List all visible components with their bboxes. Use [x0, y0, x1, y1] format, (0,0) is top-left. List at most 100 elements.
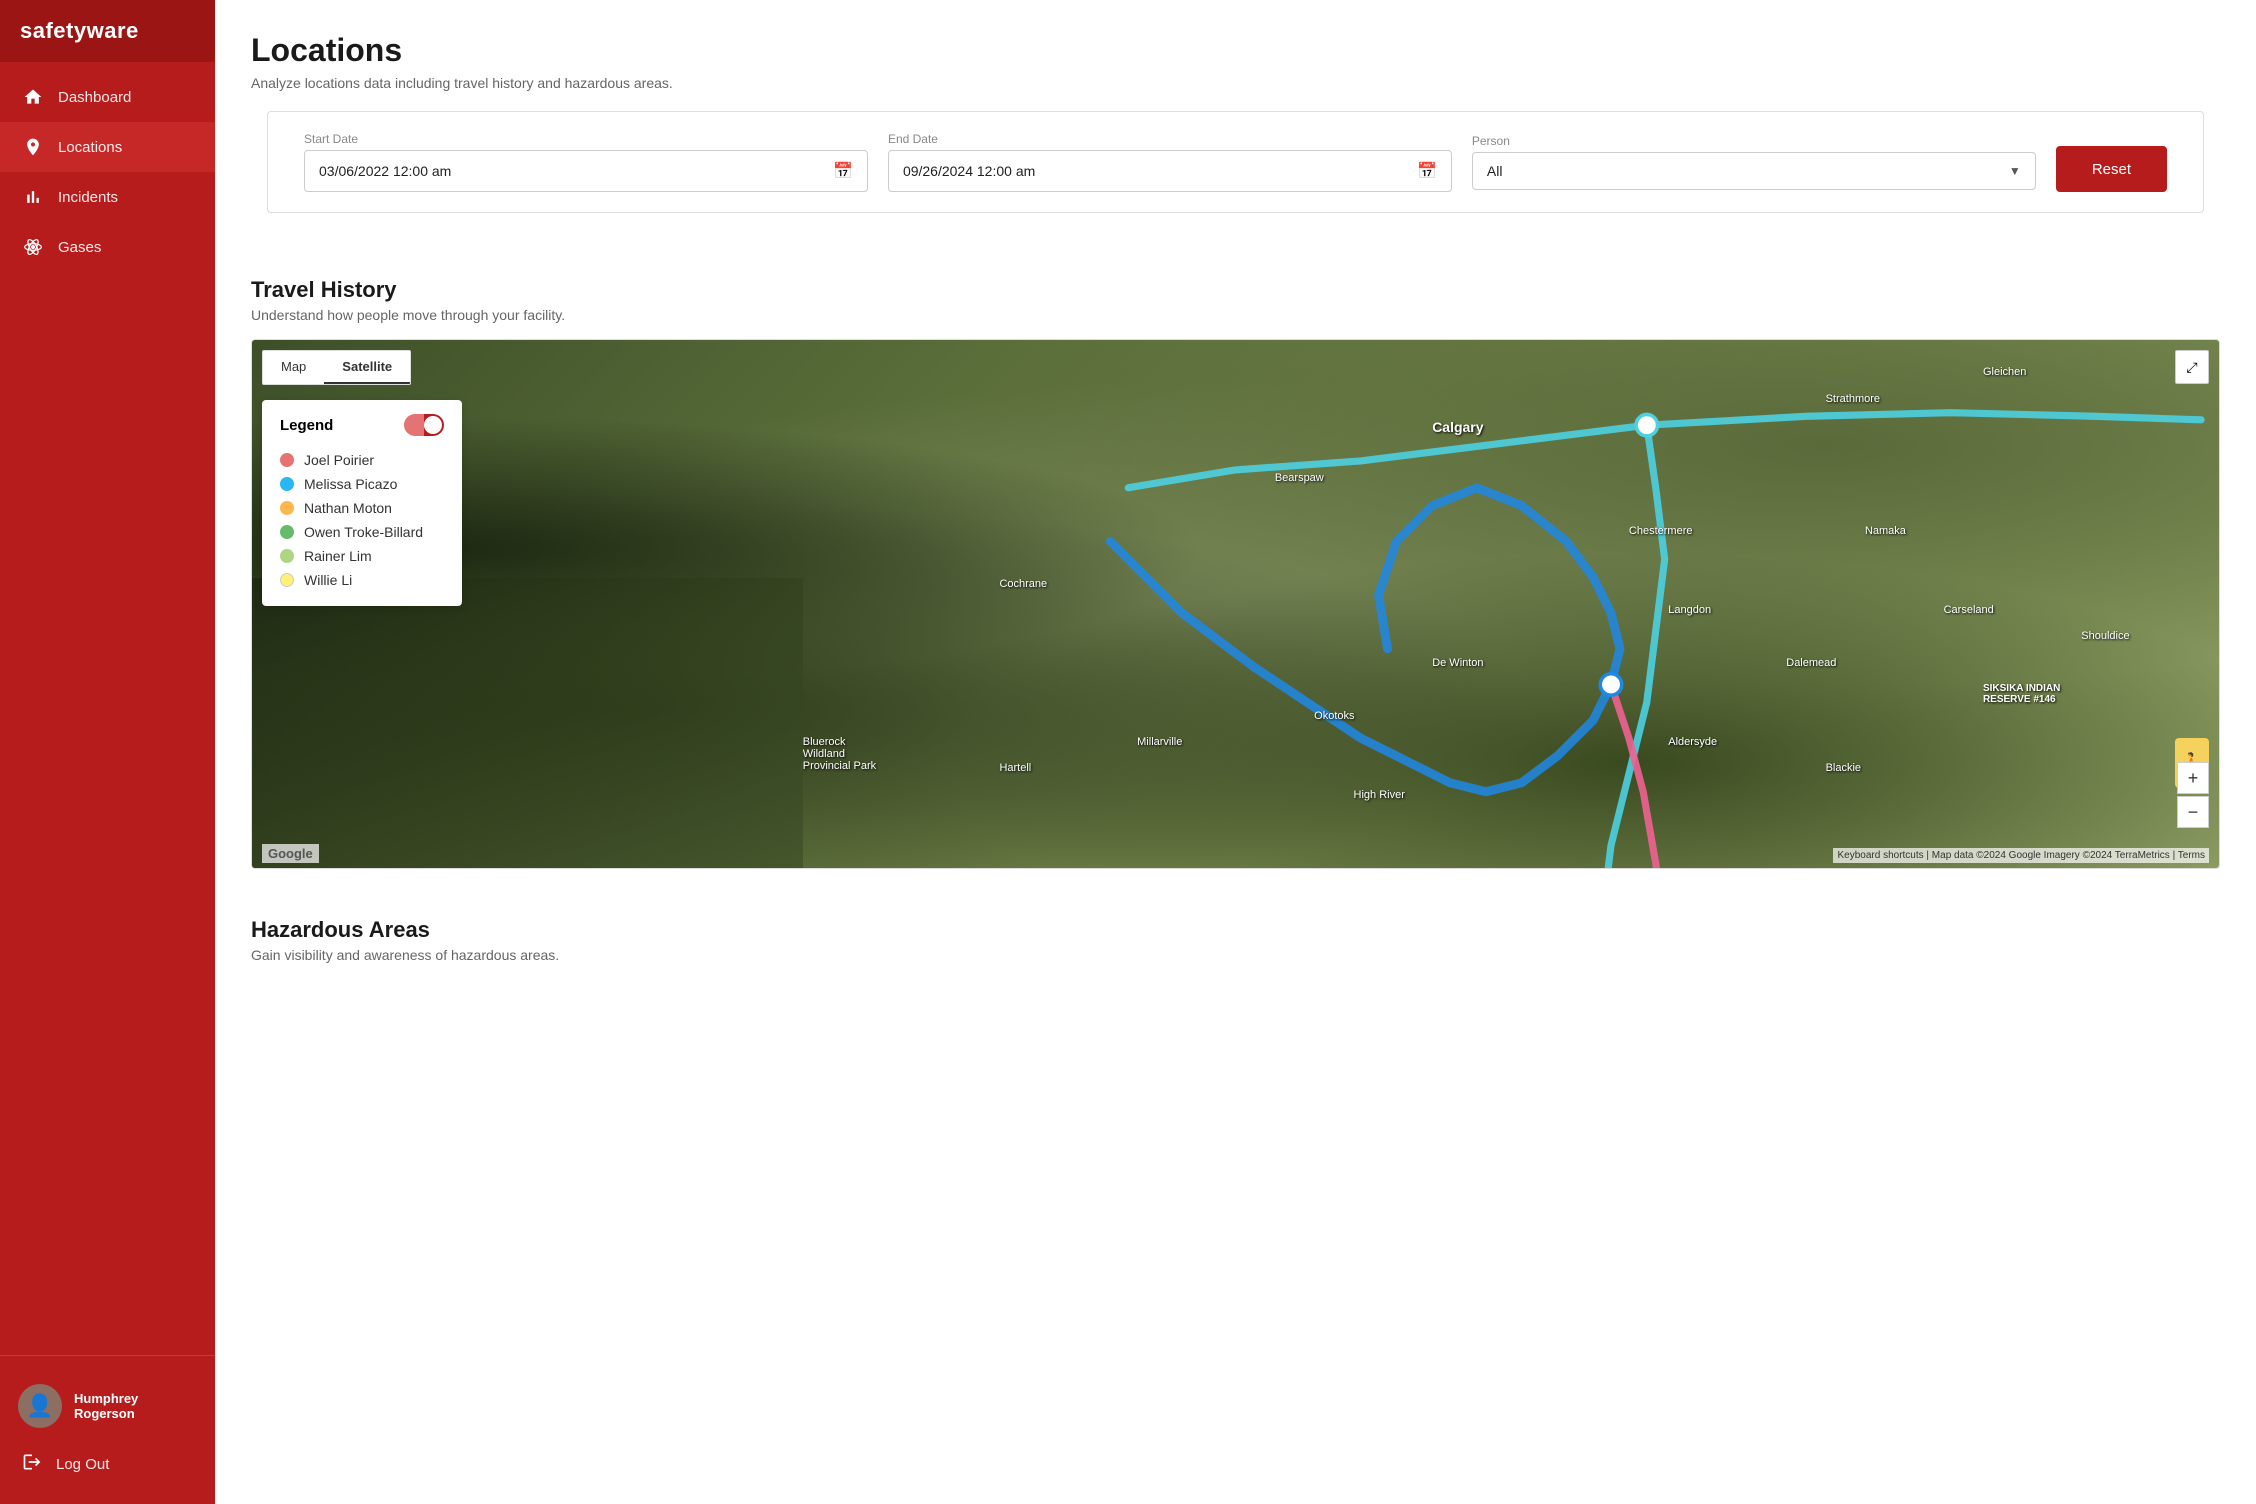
chart-icon [22, 186, 44, 208]
map-label-blackie: Blackie [1826, 762, 1861, 774]
legend-panel: Legend Joel Poirier Melissa Picazo Nath [262, 400, 462, 606]
filters-bar: Start Date 📅 End Date 📅 Person [267, 111, 2204, 213]
map-city-label: Calgary [1432, 419, 1483, 435]
map-zoom-controls: + − [2177, 762, 2209, 828]
map-label-siksika: SIKSIKA INDIANRESERVE #146 [1983, 683, 2060, 705]
start-date-input[interactable] [319, 163, 833, 179]
end-date-calendar-icon[interactable]: 📅 [1417, 161, 1437, 181]
person-dropdown-arrow-icon: ▼ [2009, 164, 2021, 178]
map-label-dewilton: De Winton [1432, 657, 1483, 669]
legend-title: Legend [280, 417, 333, 434]
sidebar-item-gases[interactable]: Gases [0, 222, 215, 272]
zoom-in-button[interactable]: + [2177, 762, 2209, 794]
map-label-bearspaw: Bearspaw [1275, 472, 1324, 484]
home-icon [22, 86, 44, 108]
legend-item-joel: Joel Poirier [280, 448, 444, 472]
travel-history-title: Travel History [251, 277, 2220, 303]
atom-icon [22, 236, 44, 258]
legend-dot-rainer [280, 549, 294, 563]
end-date-input-wrap[interactable]: 📅 [888, 150, 1452, 192]
map-tabs: Map Satellite [262, 350, 411, 385]
hazardous-areas-section: Hazardous Areas Gain visibility and awar… [215, 893, 2256, 991]
legend-dot-willie [280, 573, 294, 587]
sidebar-bottom: 👤 Humphrey Rogerson Log Out [0, 1355, 215, 1504]
map-label-gleichen: Gleichen [1983, 366, 2026, 378]
end-date-field: End Date 📅 [888, 132, 1452, 192]
legend-item-willie: Willie Li [280, 568, 444, 592]
user-name: Humphrey Rogerson [74, 1391, 197, 1421]
sidebar-item-label: Dashboard [58, 89, 131, 106]
sidebar-item-label: Gases [58, 239, 101, 256]
travel-history-subtitle: Understand how people move through your … [251, 307, 2220, 323]
map-label-highriver: High River [1354, 789, 1405, 801]
start-date-label: Start Date [304, 132, 868, 146]
reset-button[interactable]: Reset [2056, 146, 2167, 192]
logout-icon [22, 1452, 42, 1476]
legend-name-nathan: Nathan Moton [304, 500, 392, 516]
map-label-namaka: Namaka [1865, 525, 1906, 537]
sidebar: safetyware Dashboard Locations Incidents [0, 0, 215, 1504]
map-background: Calgary Cochrane Bearspaw Chestermere La… [252, 340, 2219, 868]
legend-item-rainer: Rainer Lim [280, 544, 444, 568]
location-icon [22, 136, 44, 158]
legend-name-joel: Joel Poirier [304, 452, 374, 468]
legend-name-owen: Owen Troke-Billard [304, 524, 423, 540]
legend-dot-melissa [280, 477, 294, 491]
sidebar-item-incidents[interactable]: Incidents [0, 172, 215, 222]
sidebar-item-label: Incidents [58, 189, 118, 206]
avatar: 👤 [18, 1384, 62, 1428]
map-label-millarville: Millarville [1137, 736, 1182, 748]
legend-dot-joel [280, 453, 294, 467]
legend-item-owen: Owen Troke-Billard [280, 520, 444, 544]
map-mountain-area [252, 578, 803, 868]
legend-name-rainer: Rainer Lim [304, 548, 372, 564]
person-label: Person [1472, 134, 2036, 148]
person-select-wrap[interactable]: All Joel Poirier Melissa Picazo Nathan M… [1472, 152, 2036, 190]
map-label-chestermere: Chestermere [1629, 525, 1693, 537]
end-date-label: End Date [888, 132, 1452, 146]
legend-toggle[interactable] [404, 414, 444, 436]
logout-button[interactable]: Log Out [0, 1440, 215, 1488]
logout-label: Log Out [56, 1456, 109, 1473]
person-select[interactable]: All Joel Poirier Melissa Picazo Nathan M… [1487, 163, 2009, 179]
start-date-input-wrap[interactable]: 📅 [304, 150, 868, 192]
travel-history-section: Travel History Understand how people mov… [215, 253, 2256, 893]
start-date-calendar-icon[interactable]: 📅 [833, 161, 853, 181]
app-logo: safetyware [0, 0, 215, 62]
hazardous-areas-title: Hazardous Areas [251, 917, 2220, 943]
map-label-strathmore: Strathmore [1826, 393, 1880, 405]
page-title: Locations [251, 32, 2220, 69]
main-content: Locations Analyze locations data includi… [215, 0, 2256, 1504]
hazardous-areas-subtitle: Gain visibility and awareness of hazardo… [251, 947, 2220, 963]
tab-map[interactable]: Map [263, 351, 324, 384]
person-field: Person All Joel Poirier Melissa Picazo N… [1472, 134, 2036, 190]
map-expand-button[interactable]: ⤢ [2175, 350, 2209, 384]
legend-name-willie: Willie Li [304, 572, 352, 588]
map-label-okotoks: Okotoks [1314, 710, 1354, 722]
map-container[interactable]: Map Satellite Legend Joel Poirier [251, 339, 2220, 869]
map-label-bluerock: BluerockWildlandProvincial Park [803, 736, 876, 772]
map-label-carseland: Carseland [1944, 604, 1994, 616]
start-date-field: Start Date 📅 [304, 132, 868, 192]
map-label-dalemead: Dalemead [1786, 657, 1836, 669]
legend-dot-owen [280, 525, 294, 539]
map-label-hartell: Hartell [999, 762, 1031, 774]
end-date-input[interactable] [903, 163, 1417, 179]
toggle-knob [424, 416, 442, 434]
sidebar-nav: Dashboard Locations Incidents Gases [0, 62, 215, 1355]
legend-name-melissa: Melissa Picazo [304, 476, 397, 492]
map-attribution: Keyboard shortcuts | Map data ©2024 Goog… [1833, 848, 2209, 863]
map-label-cochrane: Cochrane [999, 578, 1047, 590]
map-label-shouldice: Shouldice [2081, 630, 2129, 642]
page-header: Locations Analyze locations data includi… [215, 0, 2256, 111]
legend-header: Legend [280, 414, 444, 436]
user-profile: 👤 Humphrey Rogerson [0, 1372, 215, 1440]
sidebar-item-label: Locations [58, 139, 122, 156]
map-label-langdon: Langdon [1668, 604, 1711, 616]
tab-satellite[interactable]: Satellite [324, 351, 410, 384]
zoom-out-button[interactable]: − [2177, 796, 2209, 828]
sidebar-item-locations[interactable]: Locations [0, 122, 215, 172]
legend-item-melissa: Melissa Picazo [280, 472, 444, 496]
sidebar-item-dashboard[interactable]: Dashboard [0, 72, 215, 122]
legend-dot-nathan [280, 501, 294, 515]
